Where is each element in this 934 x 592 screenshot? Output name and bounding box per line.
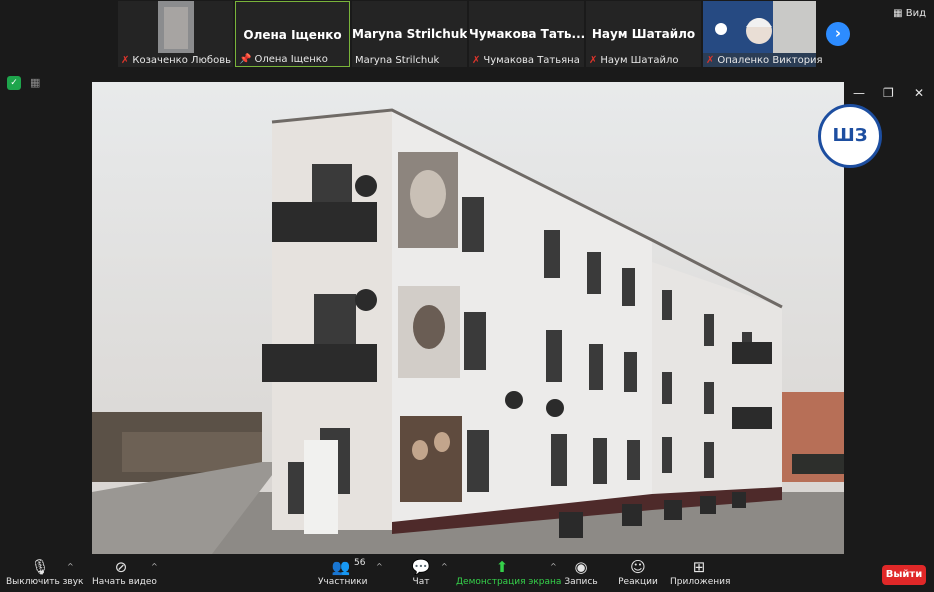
share-screen-label: Демонстрация экрана — [456, 577, 562, 587]
participant-tile[interactable]: ✗ Опаленко Виктория — [703, 1, 823, 67]
participant-caption: ✗ Наум Шатайло — [589, 55, 678, 66]
participant-caption: ✗ Козаченко Любовь — [121, 55, 231, 66]
video-thumbnail — [158, 1, 194, 53]
apps-label: Приложения — [670, 577, 731, 587]
reactions-button[interactable]: ☺ Реакции — [618, 558, 658, 587]
reactions-label: Реакции — [618, 577, 658, 587]
participant-display-name: Наум Шатайло — [591, 27, 696, 41]
mic-muted-icon: ✗ — [589, 55, 598, 66]
minimize-icon[interactable]: — — [853, 86, 865, 100]
mic-muted-icon: ✗ — [472, 55, 481, 66]
participants-label: Участники — [318, 577, 368, 587]
participant-name: Опаленко Виктория — [717, 55, 823, 66]
start-video-label: Начать видео — [92, 577, 157, 587]
participant-name: Чумакова Татьяна — [483, 55, 580, 66]
zoom-window: ✋ ✗ Козаченко Любовь Олена Іщенко 📌 Олен… — [0, 0, 934, 592]
grid-view-icon: ▦ — [893, 8, 903, 19]
next-page-button[interactable]: › — [826, 22, 850, 46]
pin-icon: 📌 — [239, 54, 252, 65]
participants-options-caret[interactable]: ^ — [376, 562, 383, 571]
chat-options-caret[interactable]: ^ — [441, 562, 448, 571]
participant-tile[interactable]: ✗ Козаченко Любовь — [118, 1, 233, 67]
leave-button[interactable]: Выйти — [882, 565, 926, 585]
participant-caption: ✗ Чумакова Татьяна — [472, 55, 580, 66]
chat-button[interactable]: 💬 Чат — [406, 558, 436, 587]
shared-screen — [92, 82, 844, 554]
participant-name: Козаченко Любовь — [132, 55, 231, 66]
share-screen-icon: ⬆ — [495, 558, 509, 576]
chat-bubble-icon: 💬 — [411, 558, 431, 576]
view-button[interactable]: ▦ Вид — [893, 8, 926, 19]
mute-button[interactable]: 🎙 Выключить звук — [6, 558, 84, 587]
apps-button[interactable]: ⊞ Приложения — [670, 558, 731, 587]
start-video-button[interactable]: ⊘ Начать видео — [92, 558, 157, 587]
participant-display-name: Maryna Strilchuk — [352, 27, 467, 41]
video-options-caret[interactable]: ^ — [151, 562, 158, 571]
participant-caption: ✗ Опаленко Виктория — [706, 55, 823, 66]
security-shield-icon[interactable]: ✓ — [7, 76, 21, 90]
chat-label: Чат — [412, 577, 430, 587]
apps-icon: ⊞ — [692, 558, 706, 576]
mute-label: Выключить звук — [6, 577, 84, 587]
participant-tile[interactable]: Олена Іщенко 📌 Олена Іщенко — [235, 1, 350, 67]
video-thumbnail — [703, 1, 816, 53]
audio-options-caret[interactable]: ^ — [67, 562, 74, 571]
participant-tile[interactable]: Чумакова Тать... ✗ Чумакова Татьяна — [469, 1, 584, 67]
mic-muted-icon: ✗ — [706, 55, 715, 66]
meeting-toolbar: 🎙 Выключить звук ^ ⊘ Начать видео ^ 👥 Уч… — [0, 556, 934, 592]
close-icon[interactable]: ✕ — [914, 86, 924, 100]
mic-muted-icon: ✗ — [121, 55, 130, 66]
record-icon: ◉ — [574, 558, 588, 576]
participant-display-name: Олена Іщенко — [243, 28, 342, 42]
participant-strip: ✋ ✗ Козаченко Любовь Олена Іщенко 📌 Олен… — [0, 0, 934, 72]
video-off-icon: ⊘ — [114, 558, 128, 576]
restore-icon[interactable]: ❐ — [883, 86, 894, 100]
organization-logo: ШЗ — [818, 104, 882, 168]
microphone-icon: 🎙 — [30, 558, 50, 576]
participant-name: Maryna Strilchuk — [355, 55, 440, 66]
share-screen-button[interactable]: ⬆ Демонстрация экрана — [456, 558, 562, 587]
smiley-icon: ☺ — [630, 558, 646, 576]
record-label: Запись — [564, 577, 598, 587]
participant-caption: Maryna Strilchuk — [355, 55, 439, 66]
participant-tile[interactable]: Наум Шатайло ✗ Наум Шатайло — [586, 1, 701, 67]
participant-name: Наум Шатайло — [600, 55, 679, 66]
share-options-caret[interactable]: ^ — [550, 562, 557, 571]
participant-name: Олена Іщенко — [254, 54, 328, 65]
view-label: Вид — [905, 8, 926, 19]
participant-caption: 📌 Олена Іщенко — [239, 54, 328, 65]
participant-count: 56 — [354, 558, 366, 568]
layout-grid-icon[interactable]: ▦ — [30, 76, 40, 89]
participant-display-name: Чумакова Тать... — [469, 27, 584, 41]
chevron-right-icon: › — [834, 24, 842, 42]
participant-tile[interactable]: Maryna Strilchuk Maryna Strilchuk — [352, 1, 467, 67]
record-button[interactable]: ◉ Запись — [563, 558, 599, 587]
shared-photo — [92, 82, 844, 554]
